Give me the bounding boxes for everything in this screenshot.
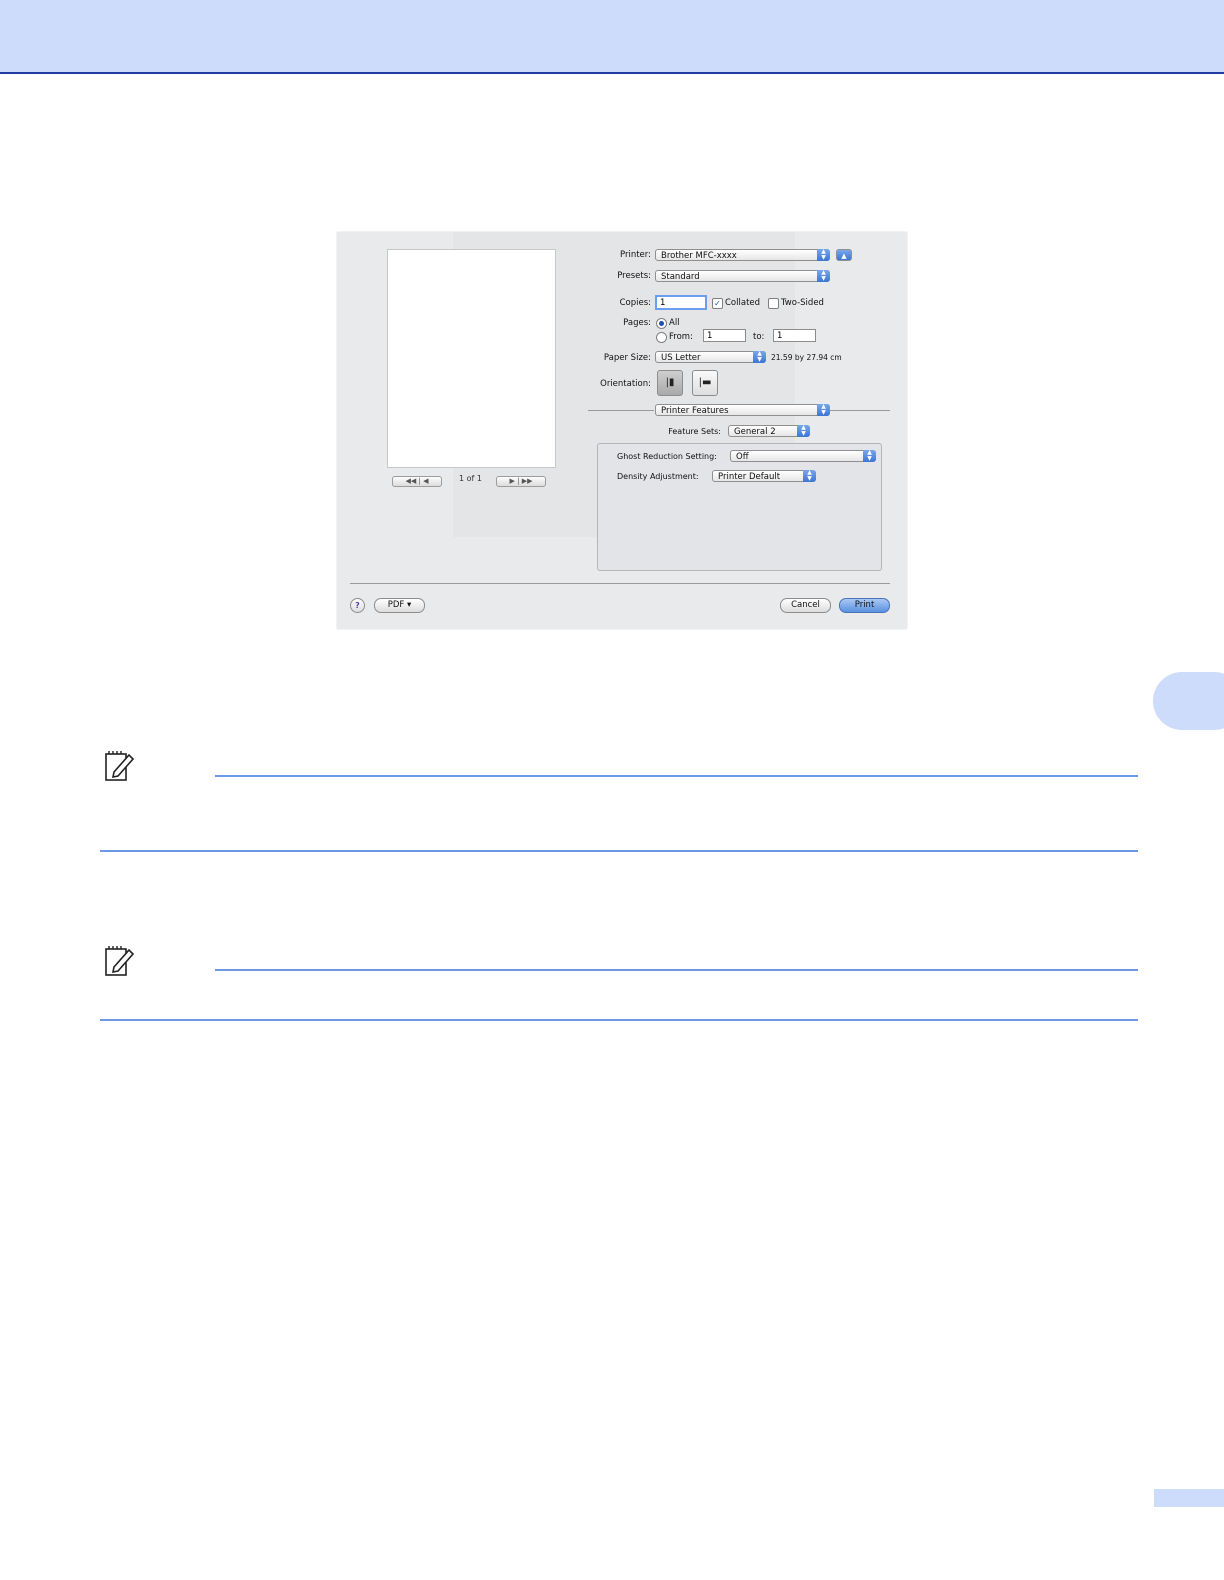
pages-from-label: From: (669, 332, 693, 342)
orientation-label: Orientation: (600, 379, 651, 389)
collated-label: Collated (725, 298, 761, 308)
feature-sets-label: Feature Sets: (668, 427, 721, 436)
paper-size-value: US Letter (661, 353, 701, 363)
portrait-icon[interactable]: |▮ (657, 370, 683, 396)
copies-label: Copies: (619, 298, 651, 308)
note-bottom-rule (100, 850, 1138, 852)
page-preview (387, 249, 556, 468)
printer-label: Printer: (620, 250, 651, 260)
note-pencil-icon (105, 946, 134, 976)
popup-arrows-icon: ▲ ▼ (863, 450, 876, 462)
section-popup[interactable]: Printer Features ▲ ▼ (655, 404, 830, 416)
ghost-reduction-value: Off (736, 452, 749, 462)
page-count: 1 of 1 (459, 474, 482, 483)
paper-size-label: Paper Size: (603, 353, 651, 363)
section-divider-left (588, 410, 654, 411)
print-dialog: ◀◀ | ◀ 1 of 1 ▶ | ▶▶ Printer: Brother MF… (337, 232, 907, 629)
collated-checkbox[interactable]: ✓ (712, 298, 723, 309)
popup-arrows-icon: ▲ ▼ (753, 351, 766, 363)
ghost-reduction-popup[interactable]: Off ▲ ▼ (730, 450, 876, 462)
to-field[interactable]: 1 (773, 329, 816, 342)
note-bottom-rule (100, 1019, 1138, 1021)
note-top-rule (215, 775, 1138, 777)
print-button[interactable]: Print (839, 598, 890, 613)
density-adjustment-value: Printer Default (718, 472, 781, 482)
pages-from-radio[interactable] (656, 332, 667, 343)
pages-all-radio[interactable] (656, 318, 667, 329)
disclosure-up-icon[interactable]: ▲ (836, 249, 852, 261)
preview-next-last-buttons[interactable]: ▶ | ▶▶ (496, 476, 546, 487)
feature-sets-value: General 2 (734, 427, 776, 437)
printer-value: Brother MFC-xxxx (661, 251, 737, 261)
paper-size-dims: 21.59 by 27.94 cm (771, 353, 842, 362)
popup-arrows-icon: ▲ ▼ (817, 270, 830, 282)
note-pencil-icon (105, 751, 134, 781)
printer-popup[interactable]: Brother MFC-xxxx ▲ ▼ (655, 249, 830, 261)
presets-label: Presets: (617, 271, 651, 281)
section-divider-right (830, 410, 890, 411)
presets-value: Standard (661, 272, 700, 282)
chapter-tab (1153, 672, 1224, 730)
cancel-button[interactable]: Cancel (780, 598, 831, 613)
to-label: to: (753, 332, 765, 342)
page-number-tab (1154, 1489, 1224, 1507)
pages-all-label: All (669, 318, 680, 328)
two-sided-checkbox[interactable] (768, 298, 779, 309)
density-adjustment-popup[interactable]: Printer Default ▲ ▼ (712, 470, 816, 482)
pdf-button[interactable]: PDF ▾ (374, 598, 425, 613)
two-sided-label: Two-Sided (781, 298, 824, 308)
ghost-reduction-label: Ghost Reduction Setting: (617, 452, 717, 461)
from-field[interactable]: 1 (703, 329, 746, 342)
popup-arrows-icon: ▲ ▼ (803, 470, 816, 482)
note-top-rule (215, 969, 1138, 971)
footer-divider (350, 583, 890, 584)
section-value: Printer Features (661, 406, 729, 416)
popup-arrows-icon: ▲ ▼ (817, 249, 830, 261)
popup-arrows-icon: ▲ ▼ (797, 425, 810, 437)
pages-label: Pages: (623, 318, 651, 328)
copies-field[interactable]: 1 (655, 295, 707, 310)
header-band (0, 0, 1224, 74)
help-icon[interactable]: ? (350, 598, 365, 613)
landscape-icon[interactable]: |▬ (692, 370, 718, 396)
popup-arrows-icon: ▲ ▼ (817, 404, 830, 416)
density-adjustment-label: Density Adjustment: (617, 472, 699, 481)
presets-popup[interactable]: Standard ▲ ▼ (655, 270, 830, 282)
preview-first-prev-buttons[interactable]: ◀◀ | ◀ (392, 476, 442, 487)
feature-sets-popup[interactable]: General 2 ▲ ▼ (728, 425, 810, 437)
paper-size-popup[interactable]: US Letter ▲ ▼ (655, 351, 766, 363)
